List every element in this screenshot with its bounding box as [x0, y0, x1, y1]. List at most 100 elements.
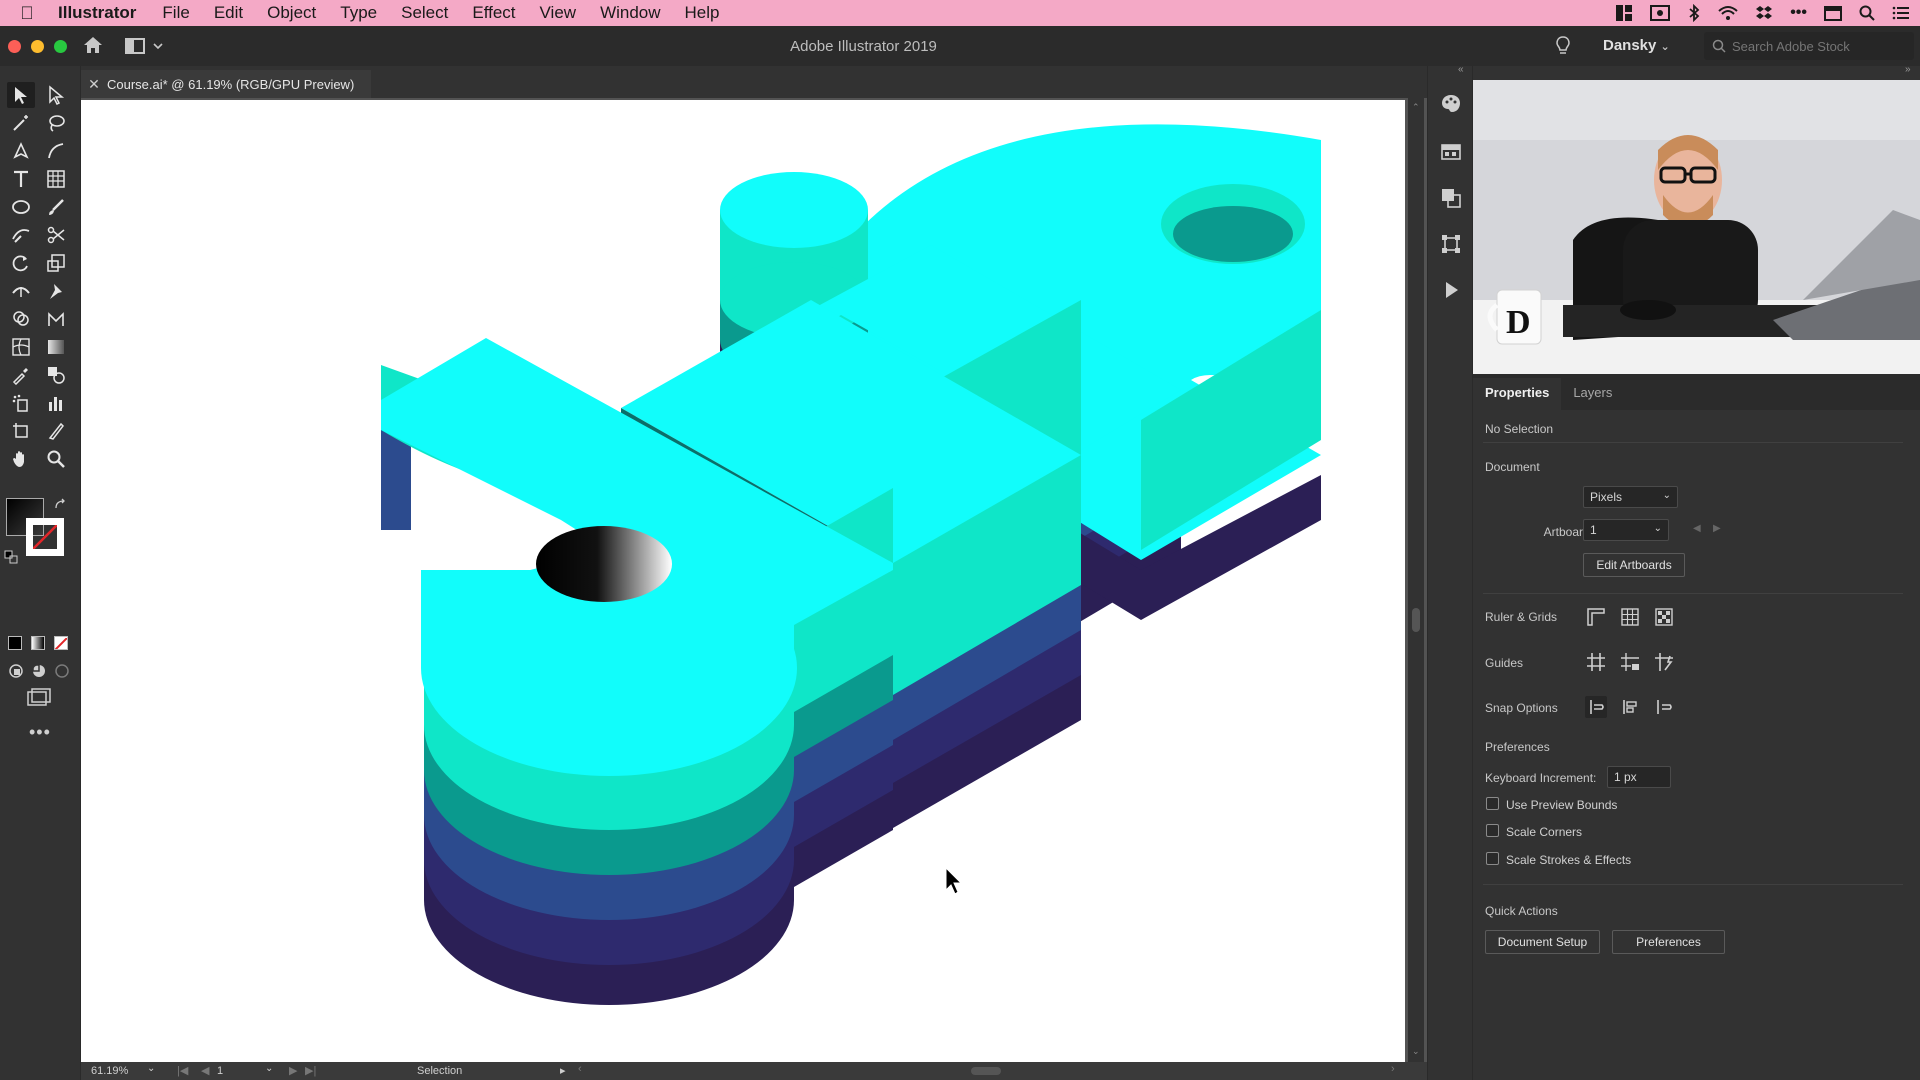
- prev-artboard-icon[interactable]: ◀: [201, 1064, 209, 1077]
- actions-play-icon[interactable]: [1439, 278, 1463, 302]
- units-dropdown[interactable]: Pixels ⌄: [1583, 486, 1678, 508]
- collapse-strip-icon[interactable]: «: [1458, 64, 1464, 75]
- next-artboard-icon[interactable]: ▶: [289, 1064, 297, 1077]
- artboard-dropdown-icon[interactable]: ⌄: [265, 1063, 273, 1074]
- search-stock-input[interactable]: [1732, 38, 1902, 54]
- artboard-number-field[interactable]: 1: [217, 1065, 223, 1077]
- menu-view[interactable]: View: [528, 3, 589, 23]
- apple-menu-icon[interactable]: : [0, 3, 54, 24]
- width-tool[interactable]: [7, 278, 35, 304]
- tab-layers[interactable]: Layers: [1561, 378, 1624, 410]
- live-paint-tool[interactable]: [42, 306, 70, 332]
- horizontal-scroll-thumb[interactable]: [971, 1067, 1001, 1075]
- curvature-tool[interactable]: [42, 138, 70, 164]
- menu-window[interactable]: Window: [588, 3, 672, 23]
- screen-record-icon[interactable]: [1650, 5, 1671, 21]
- status-menu-arrow-icon[interactable]: ▸: [560, 1064, 566, 1077]
- scale-strokes-effects-checkbox[interactable]: [1486, 852, 1499, 865]
- edit-artboards-button[interactable]: Edit Artboards: [1583, 553, 1685, 577]
- scroll-up-arrow[interactable]: ⌃: [1412, 102, 1420, 113]
- document-tab[interactable]: ✕ Course.ai* @ 61.19% (RGB/GPU Preview): [81, 70, 371, 98]
- type-tool[interactable]: [7, 166, 35, 192]
- blend-tool[interactable]: [42, 362, 70, 388]
- screen-mode-icon[interactable]: [26, 688, 52, 708]
- search-stock-field[interactable]: [1704, 32, 1914, 60]
- draw-normal-icon[interactable]: [8, 663, 24, 679]
- menu-app-name[interactable]: Illustrator: [54, 3, 150, 23]
- transform-icon[interactable]: [1439, 232, 1463, 256]
- vertical-scrollbar[interactable]: ⌃ ⌄: [1408, 98, 1424, 1062]
- more-dots-icon[interactable]: •••: [1790, 4, 1807, 22]
- draw-inside-icon[interactable]: [54, 663, 70, 679]
- edit-toolbar-button[interactable]: •••: [29, 722, 51, 743]
- pen-tool[interactable]: [7, 138, 35, 164]
- zoom-dropdown-icon[interactable]: ⌄: [147, 1063, 155, 1074]
- eyedropper-tool[interactable]: [7, 362, 35, 388]
- shape-builder-tool[interactable]: [7, 306, 35, 332]
- user-account-menu[interactable]: Dansky ⌄: [1603, 37, 1670, 54]
- hand-tool[interactable]: [7, 446, 35, 472]
- scroll-right-arrow[interactable]: ›: [1391, 1063, 1395, 1075]
- menu-effect[interactable]: Effect: [460, 3, 527, 23]
- symbol-sprayer-tool[interactable]: [7, 390, 35, 416]
- document-setup-button[interactable]: Document Setup: [1485, 930, 1600, 954]
- drip-3d-artwork[interactable]: [81, 100, 1405, 1062]
- magic-wand-tool[interactable]: [7, 110, 35, 136]
- last-artboard-icon[interactable]: ▶|: [305, 1064, 316, 1077]
- swatches-icon[interactable]: [1439, 140, 1463, 164]
- use-preview-bounds-checkbox[interactable]: [1486, 797, 1499, 810]
- none-mode-button[interactable]: [54, 636, 68, 650]
- slice-tool[interactable]: [42, 418, 70, 444]
- scale-corners-checkbox[interactable]: [1486, 824, 1499, 837]
- mesh-tool[interactable]: [7, 334, 35, 360]
- scroll-left-arrow[interactable]: ‹: [578, 1063, 582, 1075]
- lock-guides-icon[interactable]: [1619, 651, 1641, 673]
- scroll-down-arrow[interactable]: ⌄: [1412, 1046, 1420, 1057]
- shaper-tool[interactable]: [7, 222, 35, 248]
- grid-icon[interactable]: [1619, 606, 1641, 628]
- next-artboard-arrow-icon[interactable]: ▶: [1713, 523, 1721, 534]
- paintbrush-tool[interactable]: [42, 194, 70, 220]
- color-palette-icon[interactable]: [1439, 92, 1463, 116]
- menu-help[interactable]: Help: [673, 3, 732, 23]
- zoom-tool[interactable]: [42, 446, 70, 472]
- column-graph-tool[interactable]: [42, 390, 70, 416]
- dropbox-icon[interactable]: [1755, 5, 1773, 21]
- tab-properties[interactable]: Properties: [1473, 378, 1562, 410]
- lasso-tool[interactable]: [42, 110, 70, 136]
- ruler-icon[interactable]: [1585, 606, 1607, 628]
- gradient-tool[interactable]: [42, 334, 70, 360]
- lightbulb-icon[interactable]: [1555, 35, 1571, 57]
- expand-panel-icon[interactable]: »: [1905, 64, 1911, 75]
- selection-tool[interactable]: [7, 82, 35, 108]
- notification-center-icon[interactable]: [1892, 5, 1910, 21]
- snap-to-pixel-icon[interactable]: [1585, 696, 1607, 718]
- calendar-icon[interactable]: [1824, 5, 1842, 21]
- gradient-mode-button[interactable]: [31, 636, 45, 650]
- color-mode-button[interactable]: [8, 636, 22, 650]
- puppet-warp-tool[interactable]: [42, 278, 70, 304]
- scale-tool[interactable]: [42, 250, 70, 276]
- draw-behind-icon[interactable]: [31, 663, 47, 679]
- show-guides-icon[interactable]: [1585, 651, 1607, 673]
- swap-fill-stroke-icon[interactable]: [54, 498, 68, 512]
- bluetooth-icon[interactable]: [1687, 4, 1701, 22]
- scroll-thumb[interactable]: [1412, 608, 1420, 632]
- artboard[interactable]: [81, 100, 1405, 1062]
- stroke-color-swatch[interactable]: [26, 518, 64, 556]
- artboard-dropdown[interactable]: 1 ⌄: [1583, 519, 1669, 541]
- ellipse-tool[interactable]: [7, 194, 35, 220]
- zoom-level-field[interactable]: 61.19%: [91, 1065, 128, 1077]
- menu-object[interactable]: Object: [255, 3, 328, 23]
- first-artboard-icon[interactable]: |◀: [177, 1064, 188, 1077]
- menu-select[interactable]: Select: [389, 3, 460, 23]
- default-fill-stroke-icon[interactable]: [4, 550, 18, 564]
- direct-selection-tool[interactable]: [42, 82, 70, 108]
- current-tool-label[interactable]: Selection: [417, 1065, 462, 1077]
- menu-file[interactable]: File: [150, 3, 201, 23]
- scissors-tool[interactable]: [42, 222, 70, 248]
- grid-status-icon[interactable]: [1615, 4, 1633, 22]
- transparency-grid-icon[interactable]: [1653, 606, 1675, 628]
- snap-to-grid-icon[interactable]: [1653, 696, 1675, 718]
- canvas-area[interactable]: ⌃ ⌄: [81, 98, 1427, 1062]
